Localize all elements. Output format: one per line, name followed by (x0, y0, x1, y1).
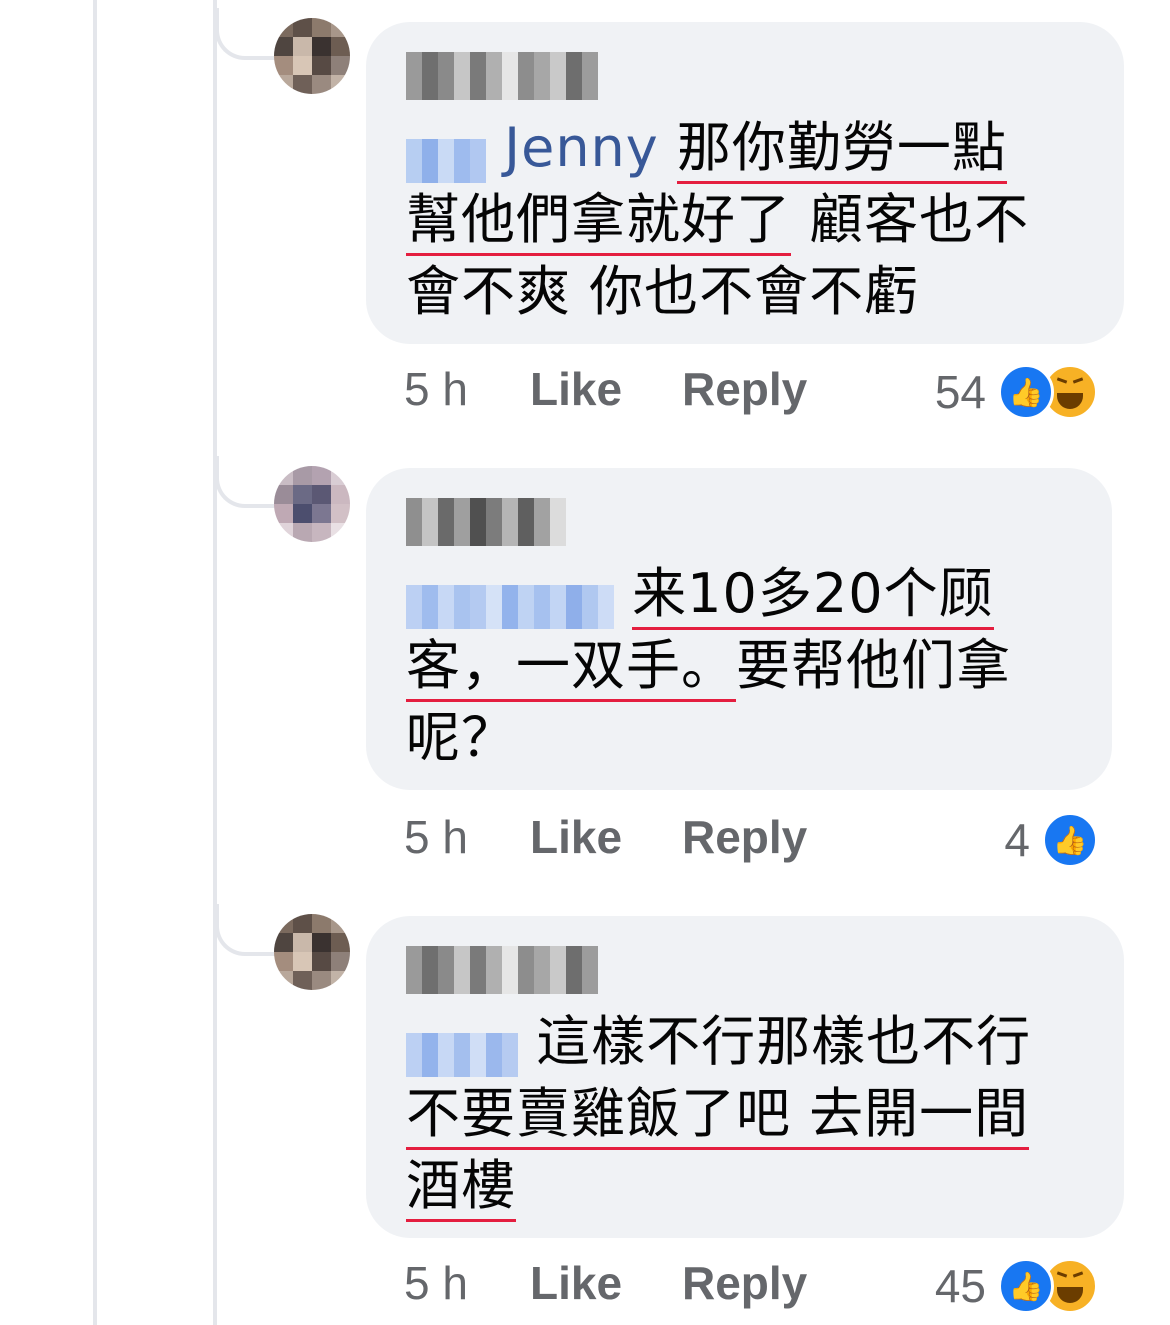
timestamp[interactable]: 5 h (404, 1256, 468, 1310)
like-icon: 👍 (998, 1258, 1054, 1314)
timestamp[interactable]: 5 h (404, 362, 468, 416)
like-button[interactable]: Like (530, 362, 622, 416)
reply-button[interactable]: Reply (682, 810, 807, 864)
reply-button[interactable]: Reply (682, 1256, 807, 1310)
like-icon: 👍 (1042, 812, 1098, 868)
thread-line-inner (213, 0, 217, 1325)
blurred-mention[interactable] (406, 575, 614, 630)
like-icon: 👍 (998, 364, 1054, 420)
reaction-count: 4 (1004, 814, 1030, 866)
text-segment: 幫他們拿就好了 (406, 188, 791, 256)
reply-connector (215, 904, 275, 956)
text-segment: 客，一双手。 (406, 634, 736, 702)
text-segment: 呢？ (406, 706, 516, 769)
thread-line-outer (93, 0, 97, 1325)
comment-bubble: 来10多20个顾 客，一双手。要帮他们拿 呢？ (366, 468, 1112, 790)
avatar[interactable] (274, 18, 350, 94)
comment-actions: 5 h Like Reply 45 👍 (404, 1256, 1134, 1316)
blurred-mention[interactable] (406, 129, 486, 184)
text-segment: 這樣不行那樣也不行 (536, 1010, 1032, 1073)
comment-bubble: Jenny 那你勤勞一點 幫他們拿就好了 顧客也不 會不爽 你也不會不虧 (366, 22, 1124, 344)
reply-button[interactable]: Reply (682, 362, 807, 416)
blurred-mention[interactable] (406, 1023, 518, 1078)
reaction-count: 54 (934, 366, 986, 418)
reactions-summary[interactable]: 45 👍 (935, 1256, 1098, 1316)
blurred-name (406, 498, 566, 546)
comment-bubble: 這樣不行那樣也不行 不要賣雞飯了吧 去開一間 酒樓 (366, 916, 1124, 1238)
like-button[interactable]: Like (530, 810, 622, 864)
text-segment: 要帮他们拿 (736, 634, 1011, 697)
text-segment: 會不爽 你也不會不虧 (406, 260, 920, 323)
blurred-name (406, 946, 598, 994)
text-segment: 顧客也不 (791, 188, 1030, 251)
blurred-name (406, 52, 598, 100)
comment-text: Jenny 那你勤勞一點 幫他們拿就好了 顧客也不 會不爽 你也不會不虧 (406, 112, 1084, 328)
comment-actions: 5 h Like Reply 54 👍 (404, 362, 1134, 422)
comment-text: 這樣不行那樣也不行 不要賣雞飯了吧 去開一間 酒樓 (406, 1006, 1084, 1222)
comment-text: 来10多20个顾 客，一双手。要帮他们拿 呢？ (406, 558, 1072, 774)
avatar[interactable] (274, 466, 350, 542)
reaction-count: 45 (934, 1260, 986, 1312)
text-segment: 酒樓 (406, 1154, 516, 1222)
text-segment: 来10多20个顾 (632, 562, 994, 630)
comment-actions: 5 h Like Reply 4 👍 (404, 810, 1134, 870)
timestamp[interactable]: 5 h (404, 810, 468, 864)
like-button[interactable]: Like (530, 1256, 622, 1310)
reply-connector (215, 456, 275, 508)
author-name[interactable] (406, 946, 1084, 996)
author-name[interactable] (406, 52, 1084, 102)
text-segment: 不要賣雞飯了吧 去開一間 (406, 1082, 1030, 1150)
reactions-summary[interactable]: 54 👍 (935, 362, 1098, 422)
mention-jenny[interactable]: Jenny (504, 116, 659, 179)
author-name[interactable] (406, 498, 1072, 548)
avatar[interactable] (274, 914, 350, 990)
reply-connector (215, 8, 275, 60)
text-segment: 那你勤勞一點 (676, 116, 1007, 184)
reactions-summary[interactable]: 4 👍 (1004, 810, 1098, 870)
